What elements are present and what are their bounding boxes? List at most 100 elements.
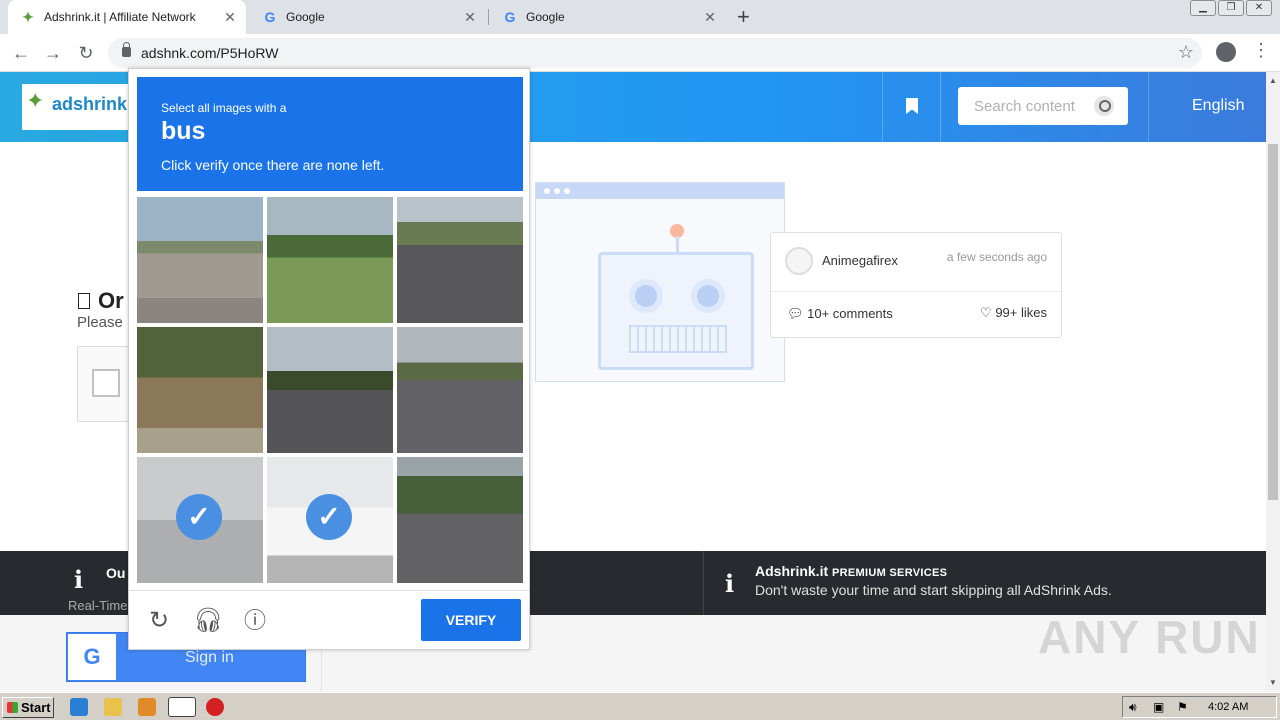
info-icon: i [725,569,735,598]
google-g-icon: G [264,9,276,25]
tab-separator [488,9,489,25]
account-icon[interactable] [1216,42,1236,62]
folder-icon[interactable] [104,698,122,716]
likes-count[interactable]: ♡ 99+ likes [980,305,1047,321]
captcha-tile-5[interactable] [267,327,393,453]
card-divider [771,291,1061,292]
captcha-instructions: Select all images with a bus Click verif… [137,77,523,191]
scroll-down-icon[interactable]: ▼ [1269,678,1277,687]
robot-eye [691,279,725,313]
search-icon[interactable] [1094,96,1114,116]
info-icon: i [74,565,84,594]
page-scrollbar[interactable]: ▲ ▼ [1266,72,1280,692]
captcha-keyword: bus [161,117,206,145]
close-icon[interactable]: ✕ [220,9,240,26]
new-tab-button[interactable]: + [737,4,750,30]
reload-icon[interactable]: ↻ [145,607,173,635]
flag-icon[interactable]: ⚑ [1177,700,1188,714]
close-window-button[interactable]: ✕ [1246,0,1272,16]
illustration-titlebar [536,183,784,199]
avatar [785,247,813,275]
captcha-prompt: Select all images with a [161,101,287,115]
bird-logo-icon: ✦ [26,88,45,113]
ie-icon[interactable] [70,698,88,716]
window-controls: ▁ ❐ ✕ [1188,0,1272,16]
robot-checkbox[interactable] [92,369,120,397]
captcha-tile-1[interactable] [137,197,263,323]
scroll-thumb[interactable] [1268,144,1278,500]
card-username[interactable]: Animegafirex [822,253,898,268]
tab-strip: ✦ Adshrink.it | Affiliate Network ✕ G Go… [0,0,1280,34]
reload-icon[interactable]: ↻ [73,40,99,66]
comment-icon: 💬︎ [787,306,804,321]
start-button[interactable]: Start [2,697,54,718]
tab-title: Google [286,10,325,24]
scroll-up-icon[interactable]: ▲ [1269,76,1277,85]
minimize-button[interactable]: ▁ [1190,0,1216,16]
captcha-tile-6[interactable] [397,327,523,453]
captcha-footer-divider [129,590,529,591]
tab-google-2[interactable]: G Google ✕ [490,0,726,34]
menu-icon[interactable]: ⋮ [1252,40,1270,61]
comment-card: Animegafirex a few seconds ago 💬︎ 10+ co… [770,232,1062,338]
tab-title: Google [526,10,565,24]
heart-icon: ♡ [980,305,992,320]
signin-label: Sign in [185,649,234,666]
info-subtitle: Real-Time [68,598,128,613]
robot-illustration-icon [598,252,754,370]
back-icon[interactable]: ← [8,40,34,66]
dot-icon [554,188,560,194]
network-icon[interactable]: ▣ [1153,700,1164,714]
restore-button[interactable]: ❐ [1218,0,1244,16]
star-icon[interactable]: ☆ [1178,42,1194,63]
verify-button[interactable]: VERIFY [421,599,521,641]
clock: 4:02 AM [1208,701,1249,713]
page-subtext: Please [77,314,123,331]
info-title: Ou [106,565,126,581]
captcha-tile-8[interactable]: ✓ [267,457,393,583]
header-divider [940,72,941,142]
bookmark-icon[interactable] [906,98,918,114]
system-tray: 🔊︎ ▣ ⚑ [1122,696,1277,718]
captcha-tile-9[interactable] [397,457,523,583]
address-bar[interactable]: adshnk.com/P5HoRW ☆ [108,38,1202,68]
close-icon[interactable]: ✕ [700,9,720,26]
info-divider [703,551,704,615]
url-text: adshnk.com/P5HoRW [141,45,279,61]
headphones-icon[interactable]: 🎧︎ [193,607,223,635]
captcha-tile-2[interactable] [267,197,393,323]
dot-icon [564,188,570,194]
captcha-tile-7[interactable]: ✓ [137,457,263,583]
check-icon: ✓ [306,494,352,540]
comments-count[interactable]: 💬︎ 10+ comments [787,306,893,322]
dot-icon [544,188,550,194]
adshrink-bird-icon: ✦ [22,8,34,25]
chrome-taskbar-icon[interactable] [168,697,196,717]
volume-icon[interactable]: 🔊︎ [1129,700,1137,715]
search-placeholder: Search content [974,98,1075,115]
header-divider [882,72,883,142]
windows-taskbar: Start 🔊︎ ▣ ⚑ 4:02 AM [0,692,1280,720]
captcha-tile-4[interactable] [137,327,263,453]
opera-icon[interactable] [206,698,224,716]
captcha-hint: Click verify once there are none left. [161,157,385,173]
info-icon[interactable]: ⓘ [241,607,269,635]
tab-adshrink[interactable]: ✦ Adshrink.it | Affiliate Network ✕ [8,0,246,34]
box-icon [78,293,90,309]
captcha-tile-3[interactable] [397,197,523,323]
premium-subtitle: Don't waste your time and start skipping… [755,582,1112,598]
close-icon[interactable]: ✕ [460,9,480,26]
forward-icon[interactable]: → [40,40,66,66]
tab-google-1[interactable]: G Google ✕ [250,0,486,34]
search-box[interactable]: Search content [958,87,1128,125]
lock-icon [122,42,131,57]
media-player-icon[interactable] [138,698,156,716]
card-timestamp: a few seconds ago [946,250,1047,264]
check-icon: ✓ [176,494,222,540]
language-selector[interactable]: English [1192,97,1244,115]
google-g-icon: G [68,634,116,680]
robot-eye [629,279,663,313]
anyrun-watermark: ANY RUN [1038,611,1261,663]
tab-title: Adshrink.it | Affiliate Network [44,10,196,24]
recaptcha-challenge: Select all images with a bus Click verif… [128,68,530,650]
